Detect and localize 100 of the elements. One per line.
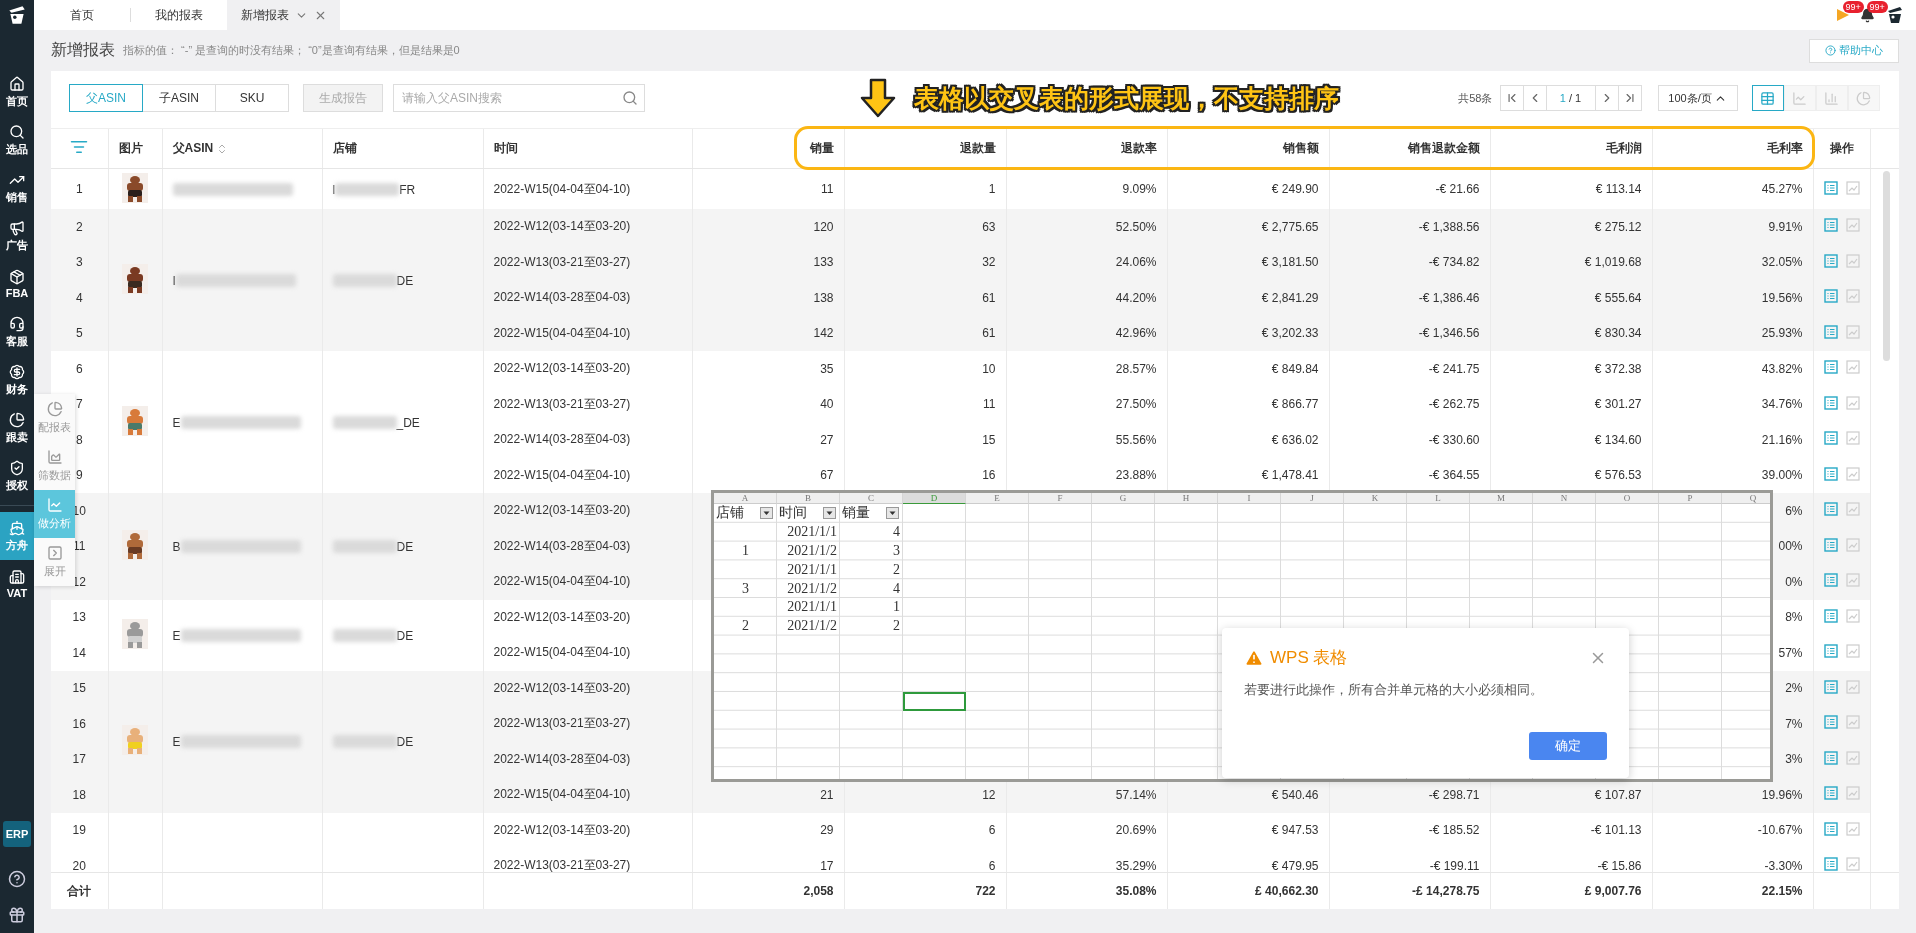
column-letter[interactable]: I [1218, 493, 1281, 504]
column-letter[interactable]: G [1092, 493, 1155, 504]
filter-icon[interactable] [70, 138, 89, 156]
list-icon[interactable] [1823, 253, 1838, 268]
filter-dropdown-icon[interactable] [760, 507, 773, 520]
segment-button[interactable]: SKU [215, 84, 289, 112]
list-icon[interactable] [1823, 821, 1838, 836]
list-icon[interactable] [1823, 218, 1838, 233]
dialog-title: WPS 表格 [1270, 647, 1348, 669]
column-letter[interactable]: J [1281, 493, 1344, 504]
list-icon[interactable] [1823, 608, 1838, 623]
shop-text: DE [396, 273, 414, 288]
list-icon[interactable] [1823, 786, 1838, 801]
list-icon[interactable] [1823, 360, 1838, 375]
column-letter[interactable]: L [1407, 493, 1470, 504]
list-icon[interactable] [1823, 180, 1838, 195]
filter-dropdown-icon[interactable] [823, 507, 836, 520]
sheet-cell: 2 [893, 560, 900, 579]
line-chart-icon[interactable] [1845, 750, 1860, 765]
line-chart-icon[interactable] [1845, 679, 1860, 694]
segment-button[interactable]: 子ASIN [142, 84, 216, 112]
line-chart-icon[interactable] [1845, 821, 1860, 836]
line-chart-icon[interactable] [1845, 289, 1860, 304]
line-chart-icon[interactable] [1845, 253, 1860, 268]
list-icon[interactable] [1823, 750, 1838, 765]
line-chart-icon[interactable] [1845, 573, 1860, 588]
line-chart-icon[interactable] [1845, 537, 1860, 552]
list-icon[interactable] [1823, 857, 1838, 872]
line-chart-icon[interactable] [1845, 786, 1860, 801]
page-size-select[interactable]: 100条/页 [1657, 85, 1738, 111]
view-toggle-button[interactable] [1751, 85, 1784, 111]
sidebar-item[interactable]: FBA [0, 260, 34, 308]
column-letter[interactable]: O [1596, 493, 1659, 504]
column-letter[interactable]: N [1533, 493, 1596, 504]
column-letter[interactable]: B [777, 493, 840, 504]
line-chart-icon[interactable] [1845, 502, 1860, 517]
help-center-button[interactable]: 帮助中心 [1808, 38, 1899, 63]
sidebar-item[interactable]: 跟卖 [0, 404, 34, 452]
sidebar-item[interactable]: 方舟 [0, 512, 34, 560]
sidebar-item[interactable]: 首页 [0, 68, 34, 116]
search-icon[interactable] [622, 90, 638, 106]
list-icon[interactable] [1823, 431, 1838, 446]
line-chart-icon[interactable] [1845, 180, 1860, 195]
list-icon[interactable] [1823, 324, 1838, 339]
column-letter[interactable]: H [1155, 493, 1218, 504]
table-cell: 6 [844, 812, 1006, 848]
line-chart-icon[interactable] [1845, 644, 1860, 659]
list-icon[interactable] [1823, 466, 1838, 481]
line-chart-icon[interactable] [1845, 608, 1860, 623]
line-chart-icon[interactable] [1845, 466, 1860, 481]
scrollbar-thumb[interactable] [1882, 171, 1890, 361]
line-chart-icon[interactable] [1845, 218, 1860, 233]
table-icon [1760, 90, 1775, 106]
column-letter[interactable]: A [714, 493, 777, 504]
table-cell: 2022-W15(04-04至04-10) [483, 564, 692, 600]
shop-text: DE [396, 539, 414, 554]
gift-icon[interactable] [8, 906, 26, 924]
filter-dropdown-icon[interactable] [886, 507, 899, 520]
table-cell: € 479.95 [1167, 848, 1329, 872]
list-icon[interactable] [1823, 537, 1838, 552]
tab[interactable]: 新增报表 [227, 0, 340, 30]
line-chart-icon[interactable] [1845, 431, 1860, 446]
search-field[interactable]: 请输入父ASIN搜索 [393, 84, 645, 112]
ok-button[interactable]: 确定 [1529, 732, 1607, 760]
line-chart-icon[interactable] [1845, 857, 1860, 872]
column-letter[interactable]: M [1470, 493, 1533, 504]
sidebar-item[interactable]: 销售 [0, 164, 34, 212]
column-letter[interactable]: D [903, 493, 966, 504]
list-icon[interactable] [1823, 395, 1838, 410]
segment-button[interactable]: 父ASIN [69, 84, 143, 112]
column-letter[interactable]: K [1344, 493, 1407, 504]
help-icon[interactable] [8, 870, 26, 888]
sidebar-item[interactable]: 客服 [0, 308, 34, 356]
sidebar-item[interactable]: VAT [0, 560, 34, 608]
erp-button[interactable]: ERP [3, 821, 31, 847]
flag-icon[interactable] [1835, 8, 1850, 22]
next-page-button[interactable] [1594, 85, 1619, 111]
column-letter[interactable]: E [966, 493, 1029, 504]
selected-cell[interactable] [903, 691, 966, 711]
sidebar-item[interactable]: 广告 [0, 212, 34, 260]
column-letter[interactable]: P [1659, 493, 1722, 504]
first-page-button[interactable] [1499, 85, 1524, 111]
list-icon[interactable] [1823, 573, 1838, 588]
list-icon[interactable] [1823, 715, 1838, 730]
list-icon[interactable] [1823, 502, 1838, 517]
sidebar-item[interactable]: 选品 [0, 116, 34, 164]
line-chart-icon[interactable] [1845, 324, 1860, 339]
line-chart-icon[interactable] [1845, 395, 1860, 410]
column-letter[interactable]: Q [1722, 493, 1770, 504]
list-icon[interactable] [1823, 644, 1838, 659]
sidebar-item[interactable]: 授权 [0, 452, 34, 500]
list-icon[interactable] [1823, 289, 1838, 304]
sidebar-item[interactable]: 财务 [0, 356, 34, 404]
column-letter[interactable]: C [840, 493, 903, 504]
last-page-button[interactable] [1617, 85, 1642, 111]
previous-page-button[interactable] [1522, 85, 1547, 111]
line-chart-icon[interactable] [1845, 715, 1860, 730]
list-icon[interactable] [1823, 679, 1838, 694]
column-letter[interactable]: F [1029, 493, 1092, 504]
line-chart-icon[interactable] [1845, 360, 1860, 375]
